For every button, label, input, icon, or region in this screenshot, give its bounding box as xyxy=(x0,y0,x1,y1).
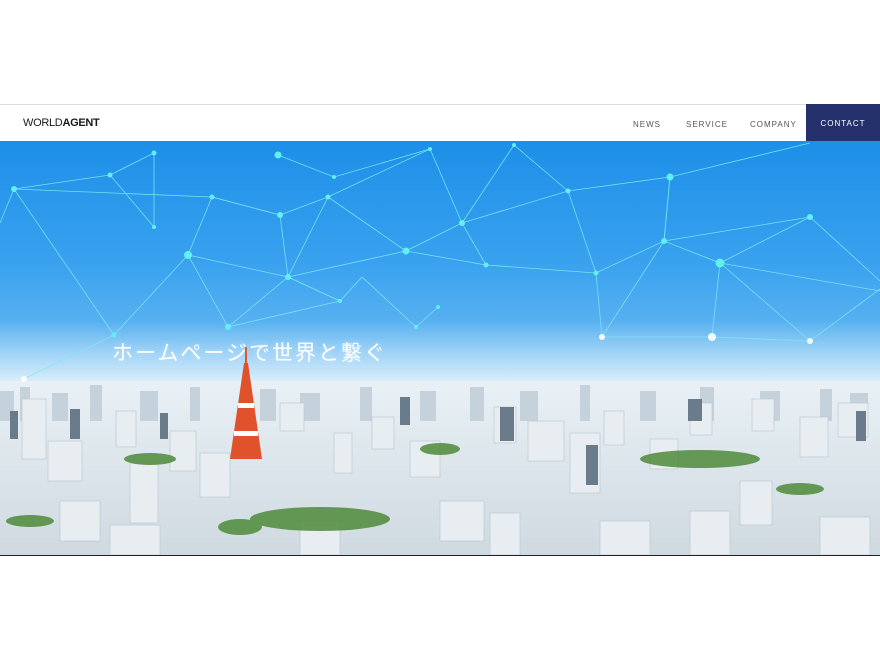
site-header: WORLDAGENT NEWS SERVICE COMPANY xyxy=(0,104,880,141)
nav-news[interactable]: NEWS xyxy=(633,120,661,129)
hero-banner: ホームページで世界と繋ぐ xyxy=(0,141,880,555)
hero-tagline: ホームページで世界と繋ぐ xyxy=(112,341,387,365)
network-nodes xyxy=(11,143,813,338)
site-logo[interactable]: WORLDAGENT xyxy=(23,117,100,129)
logo-part-agent: AGENT xyxy=(62,117,100,129)
hero-bottom-divider xyxy=(0,555,880,556)
page: WORLDAGENT NEWS SERVICE COMPANY CONTACT xyxy=(0,0,880,660)
nav-service[interactable]: SERVICE xyxy=(686,120,728,129)
contact-button[interactable]: CONTACT xyxy=(806,104,880,142)
logo-part-world: WORLD xyxy=(23,117,63,129)
nav-company[interactable]: COMPANY xyxy=(750,120,797,129)
